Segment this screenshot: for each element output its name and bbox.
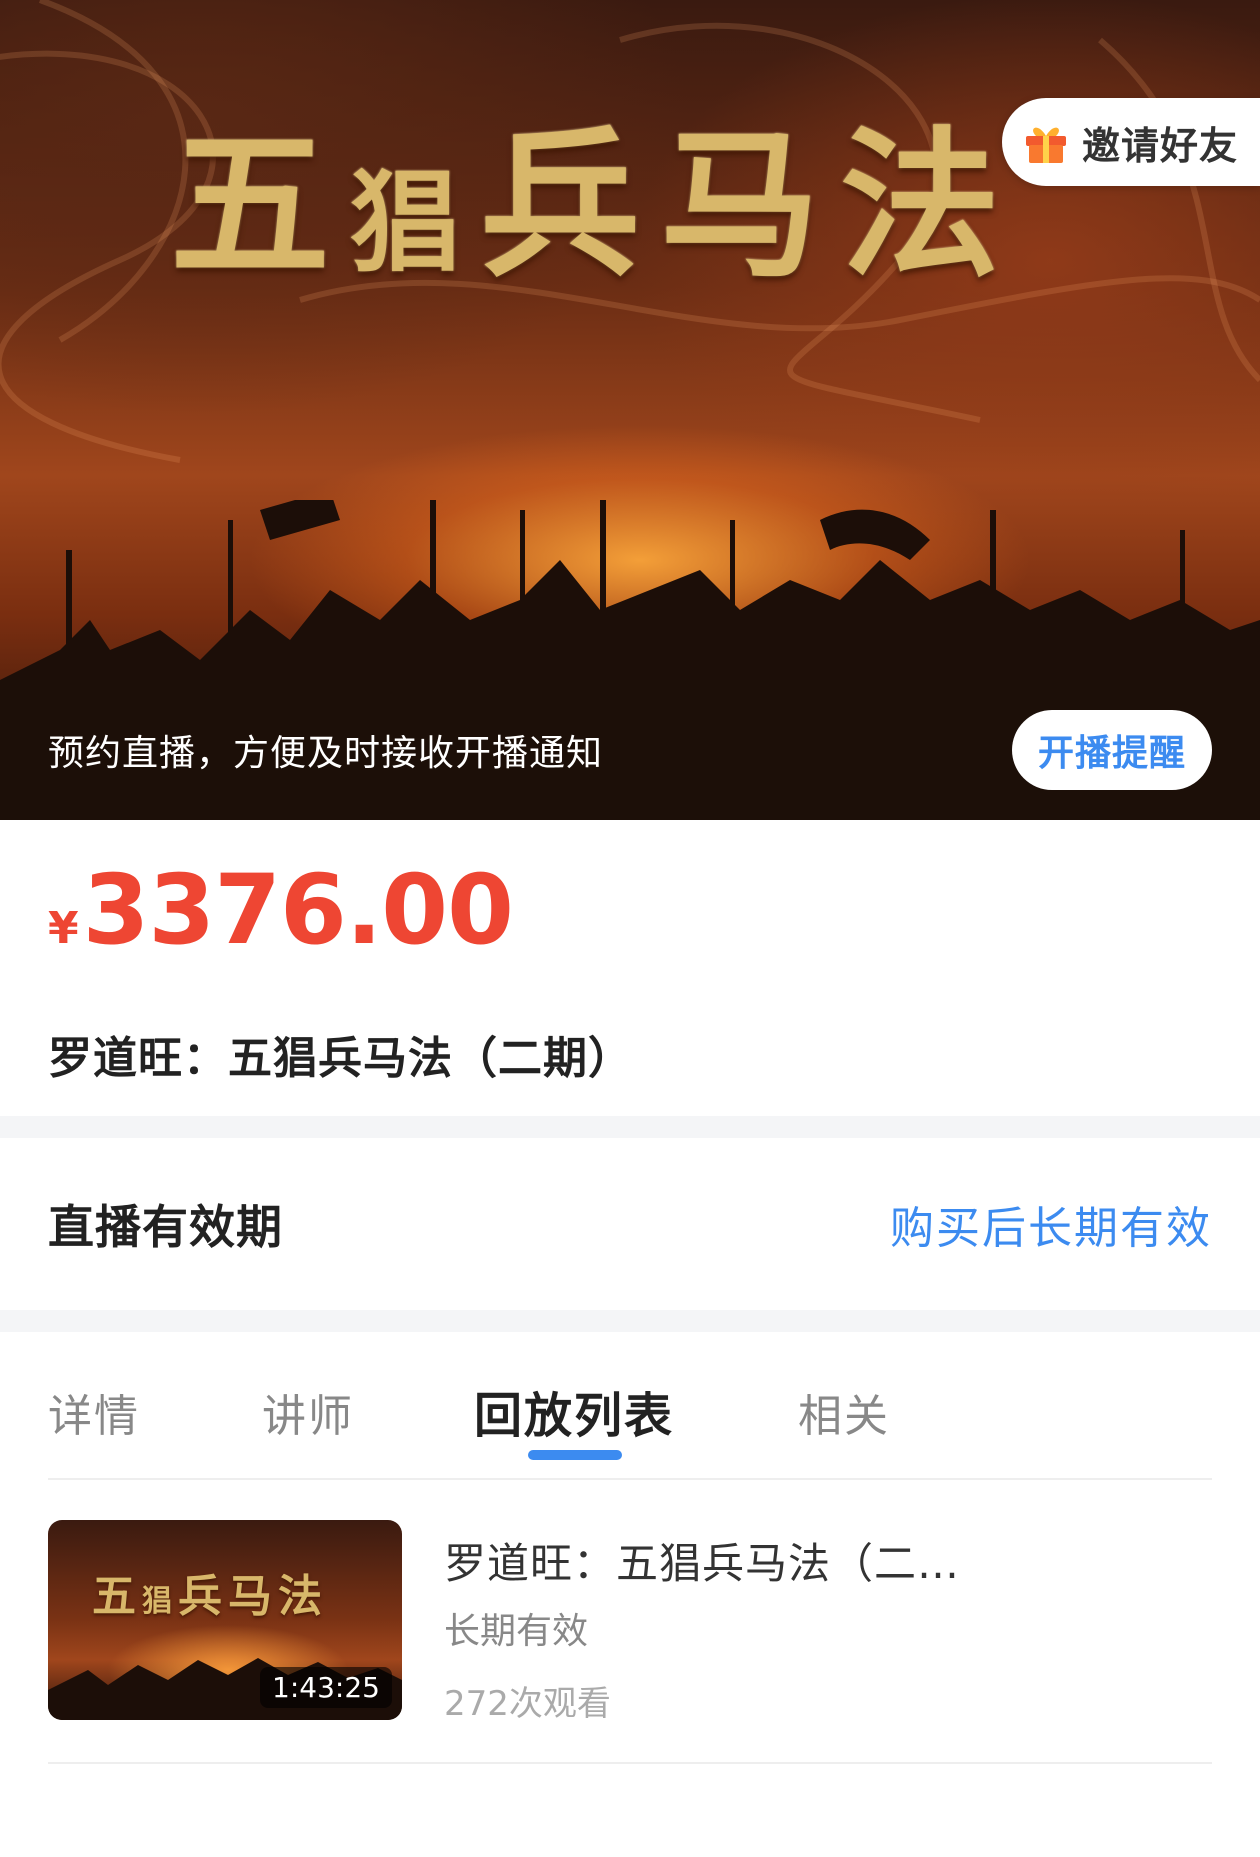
banner-title-char: 马 [660, 111, 841, 299]
course-banner: 五猖兵马法 邀请好友 预约直播，方便及时接收开播通知 开播提醒 [0, 0, 1260, 820]
course-info: ¥ 3376.00 罗道旺：五猖兵马法（二期） [0, 820, 1260, 1116]
video-duration: 1:43:25 [260, 1667, 392, 1708]
tab-lecturer[interactable]: 讲师 [262, 1380, 354, 1444]
invite-friends-label: 邀请好友 [1082, 123, 1239, 168]
thumbnail-title-char: 猖 [142, 1584, 178, 1619]
thumbnail-title-char: 五 [92, 1571, 142, 1622]
replay-list-item[interactable]: 五猖兵马法 1:43:25 罗道旺：五猖兵马法（二… 长期有效 272次观看 [48, 1480, 1212, 1764]
thumbnail-title-char: 马 [228, 1571, 278, 1622]
thumbnail-title-art: 五猖兵马法 [92, 1560, 328, 1624]
live-reminder-button[interactable]: 开播提醒 [1011, 710, 1212, 790]
course-title: 罗道旺：五猖兵马法（二期） [48, 1033, 633, 1084]
banner-title-art: 五猖兵马法 [170, 125, 1110, 285]
gift-icon [1026, 127, 1066, 163]
reserve-hint-text: 预约直播，方便及时接收开播通知 [48, 733, 604, 774]
tab-details[interactable]: 详情 [48, 1380, 140, 1444]
tab-replay-list[interactable]: 回放列表 [474, 1376, 674, 1446]
replay-validity: 长期有效 [444, 1611, 589, 1652]
tab-related[interactable]: 相关 [798, 1380, 890, 1444]
banner-title-char: 猖 [350, 158, 481, 287]
banner-title-char: 五 [170, 111, 351, 299]
section-divider [0, 1116, 1260, 1138]
invite-friends-button[interactable]: 邀请好友 [1002, 98, 1260, 186]
replay-thumbnail[interactable]: 五猖兵马法 1:43:25 [48, 1520, 402, 1720]
validity-label: 直播有效期 [48, 1200, 283, 1254]
replay-view-count: 272次观看 [444, 1684, 611, 1724]
thumbnail-title-char: 兵 [178, 1571, 228, 1622]
validity-value: 购买后长期有效 [890, 1203, 1212, 1254]
reserve-bar: 预约直播，方便及时接收开播通知 开播提醒 [0, 680, 1260, 820]
banner-title-char: 兵 [480, 111, 661, 299]
validity-row: 直播有效期 购买后长期有效 [0, 1138, 1260, 1310]
banner-title-char: 法 [840, 111, 1021, 299]
content-tabs: 详情 讲师 回放列表 相关 [48, 1332, 1212, 1480]
replay-title[interactable]: 罗道旺：五猖兵马法（二… [444, 1530, 960, 1591]
section-divider [0, 1310, 1260, 1332]
price: ¥ 3376.00 [48, 862, 1212, 958]
active-tab-indicator [528, 1450, 622, 1460]
price-amount: 3376.00 [82, 854, 514, 966]
currency-symbol: ¥ [48, 903, 79, 954]
thumbnail-title-char: 法 [278, 1571, 328, 1622]
